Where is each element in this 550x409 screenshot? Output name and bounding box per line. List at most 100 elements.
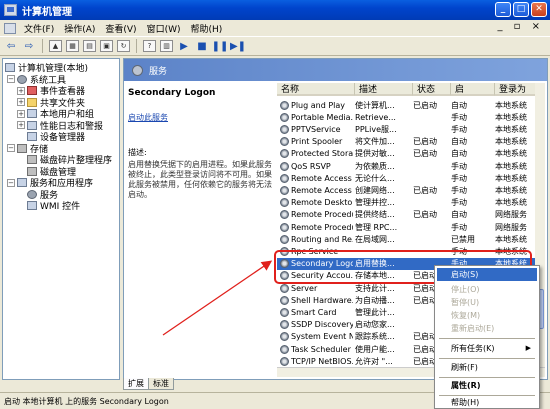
ctx-help[interactable]: 帮助(H) <box>437 396 537 409</box>
forward-arrow-icon[interactable]: ⇨ <box>22 39 36 53</box>
child-window-controls[interactable]: _ ▫ × <box>497 21 544 32</box>
column-name[interactable]: 名称 <box>277 83 355 96</box>
start-service-link[interactable]: 启动此服务 <box>128 112 276 123</box>
performance-icon <box>27 120 37 130</box>
export-list-icon[interactable]: ▤ <box>83 40 96 52</box>
tab-extended[interactable]: 扩展 <box>123 378 149 390</box>
expand-icon[interactable]: + <box>17 109 25 118</box>
stop-service-icon[interactable]: ■ <box>195 39 209 53</box>
ctx-properties[interactable]: 属性(R) <box>437 379 537 392</box>
tree-item[interactable]: + 本地用户和组 <box>17 108 94 120</box>
minimize-button[interactable]: _ <box>495 2 511 17</box>
tree-item[interactable]: − 存储 <box>7 143 48 155</box>
tree-item[interactable]: − 服务和应用程序 <box>7 177 93 189</box>
service-row[interactable]: Routing and Re... 在局域网... 已禁用 本地系统 <box>277 233 545 245</box>
service-status-cell <box>413 123 449 135</box>
service-row[interactable]: Print Spooler 将文件加... 已启动 自动 本地系统 <box>277 136 545 148</box>
service-gear-icon <box>280 344 289 354</box>
event-viewer-icon <box>27 86 37 95</box>
expand-icon[interactable]: + <box>17 98 25 106</box>
refresh-icon[interactable]: ↻ <box>117 40 130 52</box>
service-row[interactable]: PPTVService PPLive服... 手动 本地系统 <box>277 123 545 135</box>
service-row[interactable]: Protected Storage提供对敏...已启动自动本地系统 <box>277 148 545 160</box>
ctx-all-tasks[interactable]: 所有任务(K) ▶ <box>437 342 537 355</box>
collapse-icon[interactable]: − <box>7 144 15 152</box>
tree-item[interactable]: WMI 控件 <box>17 200 81 212</box>
service-desc-cell: 创建网络... <box>355 185 395 195</box>
service-name-cell: Smart Card <box>277 306 353 318</box>
service-gear-icon <box>280 112 289 122</box>
view-icon[interactable]: ▥ <box>160 40 173 52</box>
tree-item[interactable]: + 事件查看器 <box>17 85 85 97</box>
column-description[interactable]: 描述 <box>355 83 413 96</box>
service-row[interactable]: Portable Media... Retrieve... 手动 本地系统 <box>277 111 545 123</box>
ctx-pause[interactable]: 暂停(U) <box>437 296 537 309</box>
pause-service-icon[interactable]: ❚❚ <box>212 39 229 53</box>
menu-action[interactable]: 操作(A) <box>62 22 103 35</box>
ctx-separator <box>439 338 535 339</box>
service-desc-cell: 将文件加... <box>355 137 395 147</box>
service-row[interactable]: Remote Access ...无论什么...手动本地系统 <box>277 172 545 184</box>
close-button[interactable]: ✕ <box>531 2 547 17</box>
menu-file[interactable]: 文件(F) <box>22 22 62 35</box>
column-startup-type[interactable]: 启 <box>451 83 495 96</box>
service-name-cell: TCP/IP NetBIOS... <box>277 355 353 367</box>
collapse-icon[interactable]: − <box>7 75 15 83</box>
tree-item[interactable]: 磁盘碎片整理程序 <box>17 154 112 166</box>
tree-item[interactable]: + 性能日志和警报 <box>17 120 103 132</box>
menu-window[interactable]: 窗口(W) <box>145 22 189 35</box>
title-bar: 计算机管理 _ □ ✕ <box>0 0 550 20</box>
toolbar-separator <box>42 39 43 53</box>
ctx-restart[interactable]: 重新启动(E) <box>437 322 537 335</box>
computer-management-icon <box>4 4 17 16</box>
service-desc-cell: Retrieve... <box>355 112 396 122</box>
service-description-panel: Secondary Logon 启动此服务 描述: 启用替换凭据下的启用进程。如… <box>128 85 276 375</box>
start-service-icon[interactable]: ▶ <box>177 39 191 53</box>
storage-icon <box>17 143 27 153</box>
service-row[interactable]: Remote Procedu...提供终结...已启动自动网络服务 <box>277 209 545 221</box>
tree-item-label: WMI 控件 <box>40 202 81 212</box>
tree-item[interactable]: + 共享文件夹 <box>17 97 85 109</box>
ctx-stop[interactable]: 停止(O) <box>437 283 537 296</box>
expand-icon[interactable]: + <box>17 86 25 95</box>
service-name-cell: QoS RSVP <box>277 160 353 172</box>
pane-header: 服务 <box>124 59 547 81</box>
column-status[interactable]: 状态 <box>413 83 451 96</box>
service-row[interactable]: Plug and Play 使计算机... 已启动 自动 本地系统 <box>277 99 545 111</box>
tree-item[interactable]: − 系统工具 <box>7 74 66 86</box>
service-name-cell: Remote Access ... <box>277 184 353 196</box>
tree-item[interactable]: 服务 <box>17 189 58 201</box>
ctx-start[interactable]: 启动(S) <box>437 268 537 281</box>
mmc-icon[interactable] <box>4 22 16 34</box>
ctx-resume[interactable]: 恢复(M) <box>437 309 537 322</box>
show-hide-tree-icon[interactable]: ▦ <box>66 40 79 52</box>
collapse-icon[interactable]: − <box>7 178 15 187</box>
restart-service-icon[interactable]: ▶❚ <box>230 39 246 53</box>
tab-standard[interactable]: 标准 <box>148 378 174 390</box>
service-desc-cell: 跟踪系统... <box>355 332 395 342</box>
tree-item[interactable]: 计算机管理(本地) <box>5 62 88 74</box>
expand-icon[interactable]: + <box>17 121 25 129</box>
service-name: QoS RSVP <box>291 161 331 171</box>
tree-item[interactable]: 磁盘管理 <box>17 166 76 178</box>
service-row[interactable]: Remote Procedu...管理 RPC...手动网络服务 <box>277 221 545 233</box>
status-text: 启动 本地计算机 上的服务 Secondary Logon <box>4 396 169 406</box>
up-folder-icon[interactable]: ▲ <box>49 40 62 52</box>
window-controls: _ □ ✕ <box>495 2 547 17</box>
service-name: System Event N... <box>291 332 353 342</box>
maximize-button[interactable]: □ <box>513 2 529 17</box>
menu-view[interactable]: 查看(V) <box>103 22 144 35</box>
service-name-cell: Remote Desktop... <box>277 197 353 209</box>
service-row[interactable]: Remote Access ...创建网络...已启动手动本地系统 <box>277 184 545 196</box>
service-name: Remote Access ... <box>291 173 353 183</box>
service-row[interactable]: QoS RSVP 为依赖质... 手动 本地系统 <box>277 160 545 172</box>
properties-icon[interactable]: ▣ <box>100 40 113 52</box>
menu-help[interactable]: 帮助(H) <box>189 22 231 35</box>
service-row[interactable]: Remote Desktop...管理并控...手动本地系统 <box>277 197 545 209</box>
service-gear-icon <box>280 332 289 342</box>
ctx-refresh[interactable]: 刷新(F) <box>437 361 537 374</box>
help-icon[interactable]: ? <box>143 40 156 52</box>
back-arrow-icon[interactable]: ⇦ <box>4 39 18 53</box>
service-name: SSDP Discovery... <box>291 320 353 330</box>
tree-item[interactable]: 设备管理器 <box>17 131 85 143</box>
